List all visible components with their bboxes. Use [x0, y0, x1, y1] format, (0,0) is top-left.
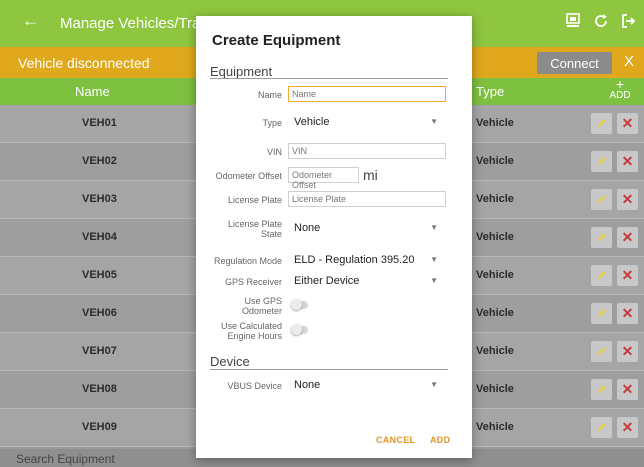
- row-name: VEH04: [82, 231, 117, 243]
- edit-pencil-icon[interactable]: [591, 379, 612, 400]
- use-gps-odometer-label: Use GPS Odometer: [241, 296, 282, 316]
- regulation-mode-label: Regulation Mode: [213, 256, 282, 266]
- section-divider: [210, 78, 448, 79]
- row-type: Vehicle: [476, 383, 514, 395]
- section-equipment-heading: Equipment: [210, 64, 273, 79]
- dialog-title: Create Equipment: [212, 32, 341, 49]
- row-name: VEH08: [82, 383, 117, 395]
- app-screen: ← Manage Vehicles/Trailers Vehicle disco…: [0, 0, 644, 467]
- delete-x-icon[interactable]: ✕: [617, 303, 638, 324]
- search-equipment-input[interactable]: Search Equipment: [16, 452, 115, 466]
- section-divider: [210, 369, 448, 370]
- regulation-mode-select[interactable]: ELD - Regulation 395.20 ▼: [294, 254, 442, 268]
- name-label: Name: [257, 90, 282, 100]
- upload-screen-icon[interactable]: [561, 9, 585, 33]
- toggle-knob: [291, 299, 302, 310]
- edit-pencil-icon[interactable]: [591, 417, 612, 438]
- gps-receiver-value: Either Device: [294, 275, 360, 287]
- row-type: Vehicle: [476, 193, 514, 205]
- license-plate-state-label: License Plate State: [227, 219, 282, 239]
- connection-status-text: Vehicle disconnected: [18, 55, 150, 71]
- odometer-offset-label: Odometer Offset: [215, 171, 282, 181]
- status-close-button[interactable]: X: [624, 53, 634, 70]
- license-plate-input[interactable]: License Plate: [288, 191, 446, 207]
- row-name: VEH05: [82, 269, 117, 281]
- add-button[interactable]: ADD: [430, 435, 450, 445]
- vbus-device-value: None: [294, 379, 321, 391]
- edit-pencil-icon[interactable]: [591, 227, 612, 248]
- license-plate-state-select[interactable]: None ▼: [294, 222, 442, 236]
- row-name: VEH07: [82, 345, 117, 357]
- odometer-unit: mi: [363, 167, 378, 183]
- delete-x-icon[interactable]: ✕: [617, 113, 638, 134]
- dropdown-caret-icon: ▼: [430, 117, 438, 126]
- vbus-device-select[interactable]: None ▼: [294, 379, 442, 393]
- delete-x-icon[interactable]: ✕: [617, 379, 638, 400]
- edit-pencil-icon[interactable]: [591, 113, 612, 134]
- row-type: Vehicle: [476, 307, 514, 319]
- delete-x-icon[interactable]: ✕: [617, 189, 638, 210]
- use-calculated-engine-hours-toggle[interactable]: [291, 324, 308, 335]
- dropdown-caret-icon: ▼: [430, 255, 438, 264]
- regulation-mode-value: ELD - Regulation 395.20: [294, 254, 415, 266]
- delete-x-icon[interactable]: ✕: [617, 227, 638, 248]
- section-device-heading: Device: [210, 354, 250, 369]
- type-select[interactable]: Vehicle ▼: [294, 116, 442, 130]
- column-header-type: Type: [476, 84, 505, 99]
- odometer-offset-input[interactable]: Odometer Offset: [288, 167, 359, 190]
- row-type: Vehicle: [476, 117, 514, 129]
- toggle-knob: [291, 324, 302, 335]
- edit-pencil-icon[interactable]: [591, 265, 612, 286]
- create-equipment-dialog: Create Equipment Equipment Name Name Typ…: [196, 16, 472, 458]
- cancel-button[interactable]: CANCEL: [376, 435, 415, 445]
- row-name: VEH01: [82, 117, 117, 129]
- dropdown-caret-icon: ▼: [430, 223, 438, 232]
- license-plate-state-value: None: [294, 222, 321, 234]
- plus-icon: +: [615, 76, 625, 92]
- row-name: VEH06: [82, 307, 117, 319]
- gps-receiver-label: GPS Receiver: [224, 277, 282, 287]
- edit-pencil-icon[interactable]: [591, 189, 612, 210]
- row-type: Vehicle: [476, 231, 514, 243]
- row-type: Vehicle: [476, 269, 514, 281]
- name-input[interactable]: Name: [288, 86, 446, 102]
- type-select-value: Vehicle: [294, 116, 330, 128]
- delete-x-icon[interactable]: ✕: [617, 417, 638, 438]
- gps-receiver-select[interactable]: Either Device ▼: [294, 275, 442, 289]
- row-type: Vehicle: [476, 421, 514, 433]
- row-name: VEH03: [82, 193, 117, 205]
- connect-button[interactable]: Connect: [537, 52, 612, 74]
- dropdown-caret-icon: ▼: [430, 276, 438, 285]
- delete-x-icon[interactable]: ✕: [617, 341, 638, 362]
- column-header-name: Name: [75, 84, 110, 99]
- row-name: VEH09: [82, 421, 117, 433]
- back-arrow-icon[interactable]: ←: [22, 11, 39, 31]
- edit-pencil-icon[interactable]: [591, 151, 612, 172]
- use-calculated-engine-hours-label: Use Calculated Engine Hours: [220, 321, 282, 341]
- edit-pencil-icon[interactable]: [591, 303, 612, 324]
- add-label: ADD: [609, 90, 631, 101]
- delete-x-icon[interactable]: ✕: [617, 151, 638, 172]
- row-name: VEH02: [82, 155, 117, 167]
- logout-icon[interactable]: [616, 9, 640, 33]
- edit-pencil-icon[interactable]: [591, 341, 612, 362]
- vbus-device-label: VBUS Device: [227, 381, 282, 391]
- refresh-icon[interactable]: [589, 9, 613, 33]
- vin-label: VIN: [266, 147, 282, 157]
- license-plate-label: License Plate: [227, 195, 282, 205]
- dropdown-caret-icon: ▼: [430, 380, 438, 389]
- vin-input[interactable]: VIN: [288, 143, 446, 159]
- use-gps-odometer-toggle[interactable]: [291, 299, 308, 310]
- delete-x-icon[interactable]: ✕: [617, 265, 638, 286]
- row-type: Vehicle: [476, 345, 514, 357]
- type-label: Type: [262, 118, 282, 128]
- add-equipment-button[interactable]: + ADD: [606, 76, 634, 101]
- row-type: Vehicle: [476, 155, 514, 167]
